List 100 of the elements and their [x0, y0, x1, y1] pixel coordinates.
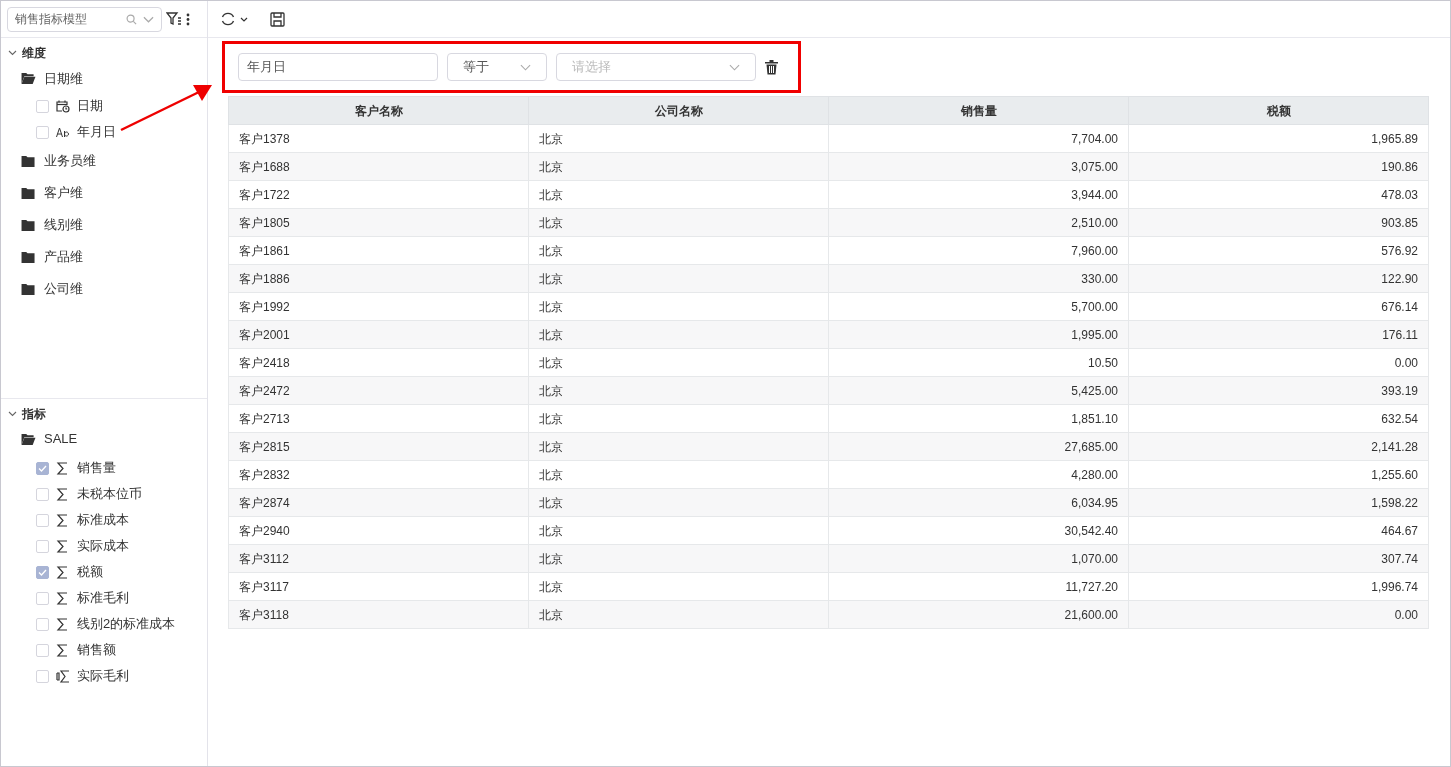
sigma-icon [56, 513, 70, 527]
table-cell: 客户2001 [228, 320, 529, 349]
checkbox[interactable] [36, 461, 49, 475]
chevron-down-icon [729, 63, 740, 71]
save-icon[interactable] [270, 11, 285, 27]
table-cell: 客户1805 [228, 208, 529, 237]
delete-icon[interactable] [765, 59, 778, 75]
tree-item-label[interactable]: 未税本位币 [77, 484, 142, 504]
checkbox[interactable] [36, 643, 49, 657]
filter-field[interactable]: 年月日 [238, 53, 438, 81]
calendar-clock-icon [56, 99, 70, 113]
table-cell: 北京 [528, 516, 829, 545]
table-cell: 676.14 [1128, 292, 1429, 321]
table-cell: 1,996.74 [1128, 572, 1429, 601]
sigma-icon [56, 591, 70, 605]
table-cell: 1,070.00 [828, 544, 1129, 573]
checkbox[interactable] [36, 617, 49, 631]
tree-folder[interactable]: 产品维 [1, 241, 207, 273]
table-cell: 576.92 [1128, 236, 1429, 265]
table-cell: 北京 [528, 180, 829, 209]
section-header[interactable]: 维度 [1, 44, 207, 62]
table-cell: 北京 [528, 264, 829, 293]
checkbox[interactable] [36, 591, 49, 605]
tree-item-label[interactable]: 标准成本 [77, 510, 129, 530]
table-cell: 0.00 [1128, 600, 1429, 629]
table-cell: 客户1378 [228, 124, 529, 153]
table-cell: 北京 [528, 124, 829, 153]
chevron-icon [8, 411, 17, 417]
tree-folder[interactable]: 客户维 [1, 177, 207, 209]
tree-item-label[interactable]: 标准毛利 [77, 588, 129, 608]
table-cell: 5,425.00 [828, 376, 1129, 405]
tree-item-label[interactable]: 年月日 [77, 122, 116, 142]
filter-icon[interactable] [166, 12, 182, 26]
checkbox[interactable] [36, 669, 49, 683]
table-cell: 北京 [528, 600, 829, 629]
folder-icon [21, 250, 36, 264]
tree-folder[interactable]: SALE [1, 423, 207, 455]
column-header[interactable]: 客户名称 [228, 96, 529, 125]
column-header[interactable]: 销售量 [828, 96, 1129, 125]
table-cell: 10.50 [828, 348, 1129, 377]
model-select-value: 销售指标模型 [15, 11, 88, 28]
table-cell: 27,685.00 [828, 432, 1129, 461]
table-cell: 北京 [528, 292, 829, 321]
checkbox[interactable] [36, 539, 49, 553]
chevron-icon [8, 50, 17, 56]
folder-icon [21, 186, 36, 200]
folder-icon [21, 72, 36, 85]
tree-item-label[interactable]: 销售量 [77, 458, 116, 478]
table-cell: 客户1861 [228, 236, 529, 265]
section-header[interactable]: 指标 [1, 405, 207, 423]
table-cell: 190.86 [1128, 152, 1429, 181]
sigma-icon [56, 539, 70, 553]
tree-folder[interactable]: 日期维 [1, 64, 207, 93]
table-cell: 176.11 [1128, 320, 1429, 349]
tree-folder[interactable]: 业务员维 [1, 145, 207, 177]
checkbox[interactable] [36, 487, 49, 501]
tree-folder[interactable]: 线别维 [1, 209, 207, 241]
checkbox[interactable] [36, 513, 49, 527]
sigma-icon [56, 565, 70, 579]
checkbox[interactable] [36, 565, 49, 579]
table-cell: 北京 [528, 152, 829, 181]
tree-item-label[interactable]: 线别2的标准成本 [77, 614, 176, 634]
sigma-icon [56, 461, 70, 475]
table-cell: 21,600.00 [828, 600, 1129, 629]
table-cell: 客户2472 [228, 376, 529, 405]
operator-select[interactable]: 等于 [447, 53, 547, 81]
sigma-icon [56, 617, 70, 631]
folder-icon [21, 154, 36, 168]
refresh-icon [220, 11, 236, 27]
table-cell: 北京 [528, 208, 829, 237]
checkbox[interactable] [36, 125, 49, 139]
table-cell: 客户1722 [228, 180, 529, 209]
checkbox[interactable] [36, 99, 49, 113]
table-cell: 北京 [528, 404, 829, 433]
text-type-icon [56, 126, 70, 138]
table-cell: 北京 [528, 320, 829, 349]
table-cell: 330.00 [828, 264, 1129, 293]
calculated-sigma-icon [56, 669, 70, 683]
table-cell: 2,141.28 [1128, 432, 1429, 461]
table-cell: 1,965.89 [1128, 124, 1429, 153]
table-cell: 客户2940 [228, 516, 529, 545]
column-header[interactable]: 公司名称 [528, 96, 829, 125]
column-header[interactable]: 税额 [1128, 96, 1429, 125]
table-cell: 北京 [528, 348, 829, 377]
operator-value: 等于 [463, 58, 490, 77]
table-cell: 客户2874 [228, 488, 529, 517]
tree-folder[interactable]: 公司维 [1, 273, 207, 305]
model-select[interactable]: 销售指标模型 [7, 6, 162, 32]
table-cell: 478.03 [1128, 180, 1429, 209]
tree-item-label[interactable]: 日期 [77, 96, 103, 116]
table-cell: 北京 [528, 432, 829, 461]
table-cell: 北京 [528, 376, 829, 405]
tree-item-label[interactable]: 销售额 [77, 640, 116, 660]
table-cell: 464.67 [1128, 516, 1429, 545]
tree-item-label[interactable]: 实际毛利 [77, 666, 129, 686]
tree-item-label[interactable]: 实际成本 [77, 536, 129, 556]
folder-icon [21, 218, 36, 232]
more-icon[interactable] [186, 12, 190, 26]
tree-item-label[interactable]: 税额 [77, 562, 103, 582]
refresh-button[interactable] [220, 11, 248, 27]
